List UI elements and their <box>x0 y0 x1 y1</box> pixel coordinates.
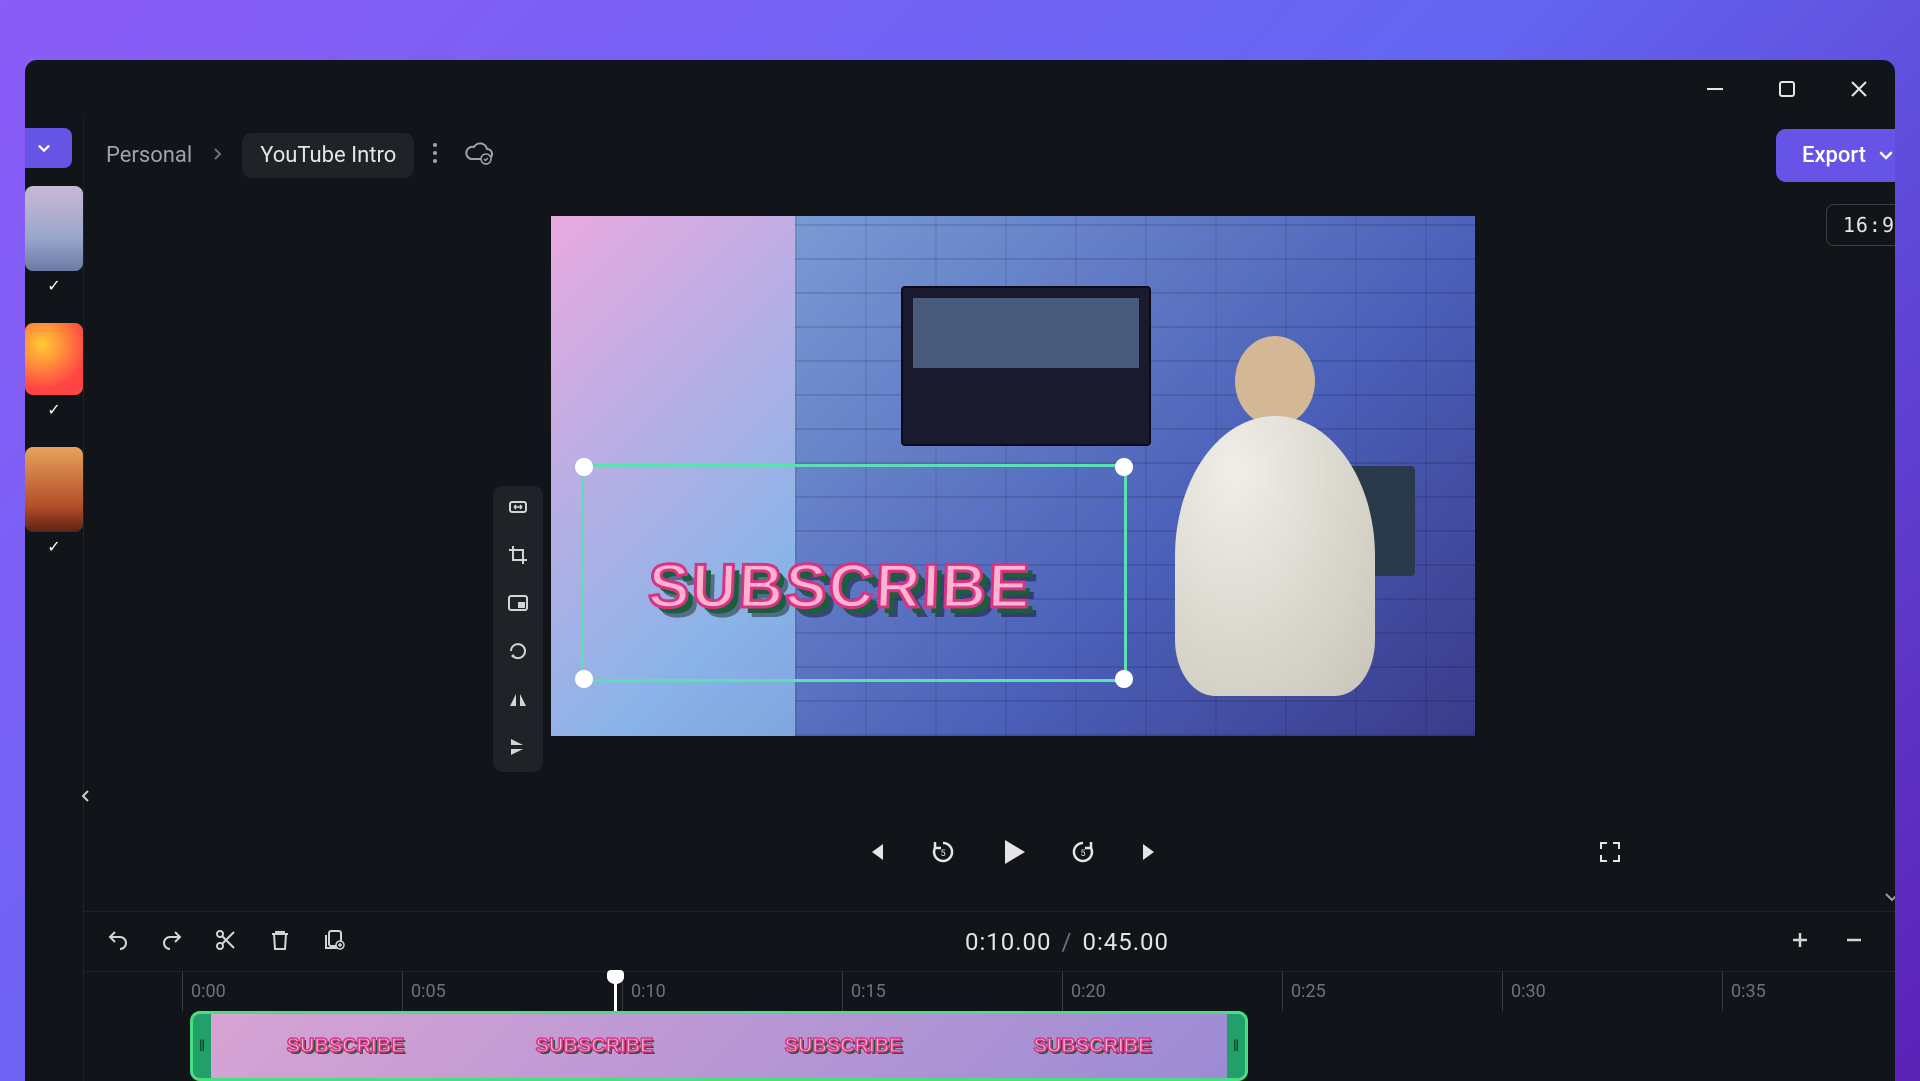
redo-button[interactable] <box>160 928 184 956</box>
split-button[interactable] <box>214 928 238 956</box>
rewind-5-button[interactable]: 5 <box>929 838 957 870</box>
pip-icon[interactable] <box>507 592 529 618</box>
ruler-tick: 0:35 <box>1722 972 1895 1011</box>
media-thumbnail[interactable]: ✓ <box>25 186 83 271</box>
timeline-ruler[interactable]: 0:00 0:05 0:10 0:15 0:20 0:25 0:30 0:35 <box>84 971 1895 1011</box>
forward-5-button[interactable]: 5 <box>1069 838 1097 870</box>
maximize-button[interactable] <box>1775 77 1799 101</box>
svg-text:5: 5 <box>940 849 945 859</box>
ruler-tick: 0:10 <box>622 972 842 1011</box>
media-thumbnail[interactable]: ✓ <box>25 323 83 395</box>
ruler-tick: 0:20 <box>1062 972 1282 1011</box>
playback-controls: 5 5 <box>84 819 1895 889</box>
duplicate-button[interactable] <box>322 928 346 956</box>
app-window: ✓ ✓ ✓ Personal YouTube Intro <box>25 60 1895 1081</box>
export-button[interactable]: Export <box>1776 129 1895 182</box>
selection-box[interactable] <box>581 464 1127 682</box>
aspect-ratio-button[interactable]: 16:9 <box>1826 204 1895 246</box>
titlebar <box>25 60 1895 118</box>
resize-handle[interactable] <box>575 458 593 476</box>
flip-horizontal-icon[interactable] <box>507 688 529 714</box>
more-options-button[interactable] <box>432 142 438 169</box>
fit-icon[interactable] <box>507 496 529 522</box>
content-row: ✓ ✓ ✓ Personal YouTube Intro <box>25 118 1895 1081</box>
timeline-toolbar: 0:10.00/0:45.00 <box>84 911 1895 971</box>
delete-button[interactable] <box>268 928 292 956</box>
clip-preview: SUBSCRIBE SUBSCRIBE SUBSCRIBE SUBSCRIBE <box>211 1014 1227 1078</box>
resize-handle[interactable] <box>575 670 593 688</box>
video-preview[interactable]: SUBSCRIBE <box>551 216 1475 736</box>
collapse-timeline-button[interactable] <box>84 889 1895 911</box>
time-display: 0:10.00/0:45.00 <box>376 928 1758 956</box>
ruler-tick: 0:00 <box>182 972 402 1011</box>
close-button[interactable] <box>1847 77 1871 101</box>
current-time: 0:10.00 <box>965 928 1052 956</box>
zoom-out-button[interactable] <box>1842 928 1866 956</box>
media-dropdown-button[interactable] <box>25 128 72 168</box>
breadcrumb-parent[interactable]: Personal <box>106 143 192 168</box>
main-area: Personal YouTube Intro Export <box>84 118 1895 1081</box>
project-title: YouTube Intro <box>260 143 396 168</box>
fullscreen-button[interactable] <box>1598 840 1622 868</box>
project-tab[interactable]: YouTube Intro <box>242 133 414 178</box>
skip-end-button[interactable] <box>1137 839 1163 869</box>
ruler-tick: 0:30 <box>1502 972 1722 1011</box>
ruler-tick: 0:25 <box>1282 972 1502 1011</box>
clip-trim-end[interactable]: ‖ <box>1227 1014 1245 1078</box>
ruler-tick: 0:15 <box>842 972 1062 1011</box>
check-icon: ✓ <box>47 276 60 295</box>
timeline-clip[interactable]: ‖ SUBSCRIBE SUBSCRIBE SUBSCRIBE SUBSCRIB… <box>190 1011 1248 1081</box>
ruler-tick: 0:05 <box>402 972 622 1011</box>
clip-trim-start[interactable]: ‖ <box>193 1014 211 1078</box>
check-icon: ✓ <box>47 400 60 419</box>
preview-area: 16:9 SUBSCRIBE <box>84 192 1895 819</box>
check-icon: ✓ <box>47 537 60 556</box>
export-label: Export <box>1802 143 1866 168</box>
svg-text:5: 5 <box>1080 849 1085 859</box>
element-toolbar <box>493 486 543 772</box>
resize-handle[interactable] <box>1115 670 1133 688</box>
zoom-in-button[interactable] <box>1788 928 1812 956</box>
rotate-icon[interactable] <box>507 640 529 666</box>
resize-handle[interactable] <box>1115 458 1133 476</box>
cloud-sync-icon[interactable] <box>464 141 494 169</box>
flip-vertical-icon[interactable] <box>507 736 529 762</box>
minimize-button[interactable] <box>1703 77 1727 101</box>
media-thumbnail[interactable]: ✓ <box>25 447 83 532</box>
crop-icon[interactable] <box>507 544 529 570</box>
media-strip: ✓ ✓ ✓ <box>25 118 84 1081</box>
total-time: 0:45.00 <box>1082 928 1169 956</box>
chevron-right-icon <box>210 145 224 166</box>
topbar: Personal YouTube Intro Export <box>84 118 1895 192</box>
undo-button[interactable] <box>106 928 130 956</box>
skip-start-button[interactable] <box>863 839 889 869</box>
play-button[interactable] <box>997 836 1029 872</box>
